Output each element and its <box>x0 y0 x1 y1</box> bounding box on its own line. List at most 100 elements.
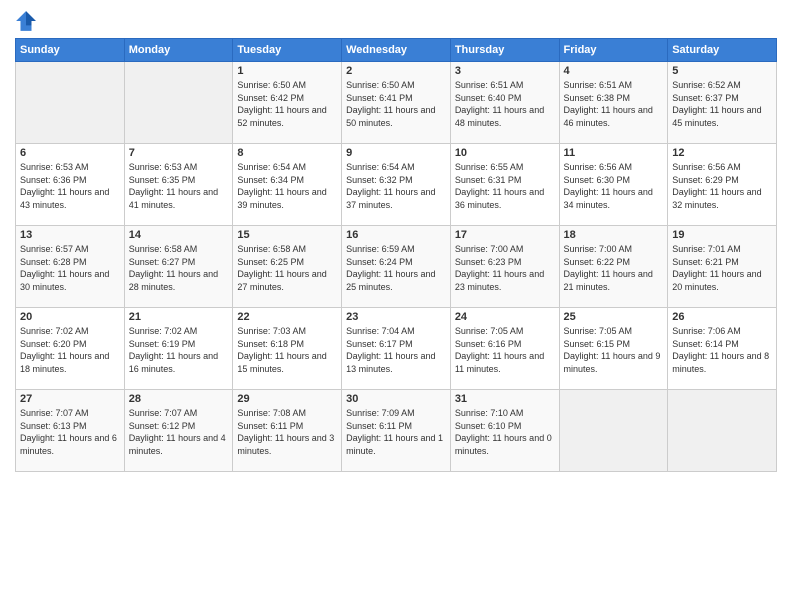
calendar-cell: 11Sunrise: 6:56 AMSunset: 6:30 PMDayligh… <box>559 144 668 226</box>
day-info: Sunrise: 7:09 AMSunset: 6:11 PMDaylight:… <box>346 407 446 457</box>
day-info: Sunrise: 6:51 AMSunset: 6:40 PMDaylight:… <box>455 79 555 129</box>
calendar-cell <box>559 390 668 472</box>
day-info: Sunrise: 7:02 AMSunset: 6:20 PMDaylight:… <box>20 325 120 375</box>
weekday-header: Monday <box>124 39 233 62</box>
day-number: 2 <box>346 65 446 77</box>
calendar-cell: 29 Sunrise: 7:08 AMSunset: 6:11 PMDayligh… <box>233 390 342 472</box>
day-info: Sunrise: 7:01 AMSunset: 6:21 PMDaylight:… <box>672 243 772 293</box>
day-number: 21 <box>129 311 229 323</box>
day-number: 16 <box>346 229 446 241</box>
calendar-cell: 17 Sunrise: 7:00 AMSunset: 6:23 PMDayligh… <box>450 226 559 308</box>
calendar-cell: 3Sunrise: 6:51 AMSunset: 6:40 PMDaylight… <box>450 62 559 144</box>
logo <box>15 10 41 32</box>
calendar-week-row: 27Sunrise: 7:07 AMSunset: 6:13 PMDayligh… <box>16 390 777 472</box>
calendar-week-row: 20Sunrise: 7:02 AMSunset: 6:20 PMDayligh… <box>16 308 777 390</box>
day-info: Sunrise: 7:03 AMSunset: 6:18 PMDaylight:… <box>237 325 337 375</box>
day-number: 10 <box>455 147 555 159</box>
calendar-week-row: 1 Sunrise: 6:50 AMSunset: 6:42 PMDaylight… <box>16 62 777 144</box>
day-info: Sunrise: 6:52 AMSunset: 6:37 PMDaylight:… <box>672 79 772 129</box>
day-number: 31 <box>455 393 555 405</box>
day-number: 6 <box>20 147 120 159</box>
calendar-week-row: 6 Sunrise: 6:53 AMSunset: 6:36 PMDaylight… <box>16 144 777 226</box>
day-info: Sunrise: 6:55 AMSunset: 6:31 PMDaylight:… <box>455 161 555 211</box>
calendar-cell <box>668 390 777 472</box>
weekday-header: Friday <box>559 39 668 62</box>
calendar-cell: 27Sunrise: 7:07 AMSunset: 6:13 PMDayligh… <box>16 390 125 472</box>
day-number: 18 <box>564 229 664 241</box>
weekday-header: Sunday <box>16 39 125 62</box>
day-info: Sunrise: 6:51 AMSunset: 6:38 PMDaylight:… <box>564 79 664 129</box>
day-number: 4 <box>564 65 664 77</box>
day-number: 28 <box>129 393 229 405</box>
day-info: Sunrise: 6:50 AMSunset: 6:41 PMDaylight:… <box>346 79 446 129</box>
day-info: Sunrise: 6:54 AMSunset: 6:32 PMDaylight:… <box>346 161 446 211</box>
day-number: 27 <box>20 393 120 405</box>
day-info: Sunrise: 7:00 AMSunset: 6:23 PMDaylight:… <box>455 243 555 293</box>
day-number: 14 <box>129 229 229 241</box>
day-number: 13 <box>20 229 120 241</box>
calendar-cell: 22 Sunrise: 7:03 AMSunset: 6:18 PMDayligh… <box>233 308 342 390</box>
calendar-cell: 5 Sunrise: 6:52 AMSunset: 6:37 PMDaylight… <box>668 62 777 144</box>
day-number: 1 <box>237 65 337 77</box>
day-info: Sunrise: 7:08 AMSunset: 6:11 PMDaylight:… <box>237 407 337 457</box>
day-number: 26 <box>672 311 772 323</box>
calendar-cell: 18Sunrise: 7:00 AMSunset: 6:22 PMDayligh… <box>559 226 668 308</box>
day-info: Sunrise: 6:53 AMSunset: 6:36 PMDaylight:… <box>20 161 120 211</box>
calendar-table: SundayMondayTuesdayWednesdayThursdayFrid… <box>15 38 777 472</box>
calendar-cell: 30Sunrise: 7:09 AMSunset: 6:11 PMDayligh… <box>342 390 451 472</box>
weekday-header-row: SundayMondayTuesdayWednesdayThursdayFrid… <box>16 39 777 62</box>
day-info: Sunrise: 7:04 AMSunset: 6:17 PMDaylight:… <box>346 325 446 375</box>
calendar-cell: 28 Sunrise: 7:07 AMSunset: 6:12 PMDayligh… <box>124 390 233 472</box>
day-number: 15 <box>237 229 337 241</box>
weekday-header: Tuesday <box>233 39 342 62</box>
day-info: Sunrise: 6:58 AMSunset: 6:25 PMDaylight:… <box>237 243 337 293</box>
day-info: Sunrise: 7:05 AMSunset: 6:15 PMDaylight:… <box>564 325 664 375</box>
calendar-cell: 20Sunrise: 7:02 AMSunset: 6:20 PMDayligh… <box>16 308 125 390</box>
calendar-cell: 10 Sunrise: 6:55 AMSunset: 6:31 PMDayligh… <box>450 144 559 226</box>
weekday-header: Wednesday <box>342 39 451 62</box>
day-info: Sunrise: 6:57 AMSunset: 6:28 PMDaylight:… <box>20 243 120 293</box>
day-number: 17 <box>455 229 555 241</box>
weekday-header: Saturday <box>668 39 777 62</box>
day-info: Sunrise: 6:56 AMSunset: 6:29 PMDaylight:… <box>672 161 772 211</box>
calendar-cell: 6 Sunrise: 6:53 AMSunset: 6:36 PMDaylight… <box>16 144 125 226</box>
day-number: 5 <box>672 65 772 77</box>
calendar-cell: 24Sunrise: 7:05 AMSunset: 6:16 PMDayligh… <box>450 308 559 390</box>
weekday-header: Thursday <box>450 39 559 62</box>
day-number: 22 <box>237 311 337 323</box>
calendar-cell: 4 Sunrise: 6:51 AMSunset: 6:38 PMDaylight… <box>559 62 668 144</box>
day-number: 24 <box>455 311 555 323</box>
calendar-cell <box>124 62 233 144</box>
day-number: 25 <box>564 311 664 323</box>
day-info: Sunrise: 6:56 AMSunset: 6:30 PMDaylight:… <box>564 161 664 211</box>
calendar-cell: 15 Sunrise: 6:58 AMSunset: 6:25 PMDayligh… <box>233 226 342 308</box>
calendar-cell: 9 Sunrise: 6:54 AMSunset: 6:32 PMDaylight… <box>342 144 451 226</box>
day-info: Sunrise: 6:50 AMSunset: 6:42 PMDaylight:… <box>237 79 337 129</box>
calendar-cell <box>16 62 125 144</box>
calendar-cell: 21Sunrise: 7:02 AMSunset: 6:19 PMDayligh… <box>124 308 233 390</box>
calendar-cell: 2 Sunrise: 6:50 AMSunset: 6:41 PMDaylight… <box>342 62 451 144</box>
calendar-cell: 25 Sunrise: 7:05 AMSunset: 6:15 PMDayligh… <box>559 308 668 390</box>
day-info: Sunrise: 7:07 AMSunset: 6:12 PMDaylight:… <box>129 407 229 457</box>
calendar-week-row: 13 Sunrise: 6:57 AMSunset: 6:28 PMDayligh… <box>16 226 777 308</box>
calendar-cell: 19 Sunrise: 7:01 AMSunset: 6:21 PMDayligh… <box>668 226 777 308</box>
day-number: 19 <box>672 229 772 241</box>
calendar-cell: 1 Sunrise: 6:50 AMSunset: 6:42 PMDaylight… <box>233 62 342 144</box>
day-number: 7 <box>129 147 229 159</box>
calendar-cell: 14 Sunrise: 6:58 AMSunset: 6:27 PMDayligh… <box>124 226 233 308</box>
calendar-cell: 23Sunrise: 7:04 AMSunset: 6:17 PMDayligh… <box>342 308 451 390</box>
page: SundayMondayTuesdayWednesdayThursdayFrid… <box>0 0 792 612</box>
day-number: 29 <box>237 393 337 405</box>
calendar-cell: 8Sunrise: 6:54 AMSunset: 6:34 PMDaylight… <box>233 144 342 226</box>
calendar-cell: 13 Sunrise: 6:57 AMSunset: 6:28 PMDayligh… <box>16 226 125 308</box>
calendar-cell: 31 Sunrise: 7:10 AMSunset: 6:10 PMDayligh… <box>450 390 559 472</box>
day-info: Sunrise: 6:58 AMSunset: 6:27 PMDaylight:… <box>129 243 229 293</box>
day-info: Sunrise: 6:54 AMSunset: 6:34 PMDaylight:… <box>237 161 337 211</box>
calendar-cell: 12Sunrise: 6:56 AMSunset: 6:29 PMDayligh… <box>668 144 777 226</box>
logo-icon <box>15 10 37 32</box>
calendar-cell: 7 Sunrise: 6:53 AMSunset: 6:35 PMDaylight… <box>124 144 233 226</box>
calendar-cell: 16Sunrise: 6:59 AMSunset: 6:24 PMDayligh… <box>342 226 451 308</box>
day-info: Sunrise: 6:53 AMSunset: 6:35 PMDaylight:… <box>129 161 229 211</box>
day-info: Sunrise: 7:10 AMSunset: 6:10 PMDaylight:… <box>455 407 555 457</box>
day-number: 9 <box>346 147 446 159</box>
